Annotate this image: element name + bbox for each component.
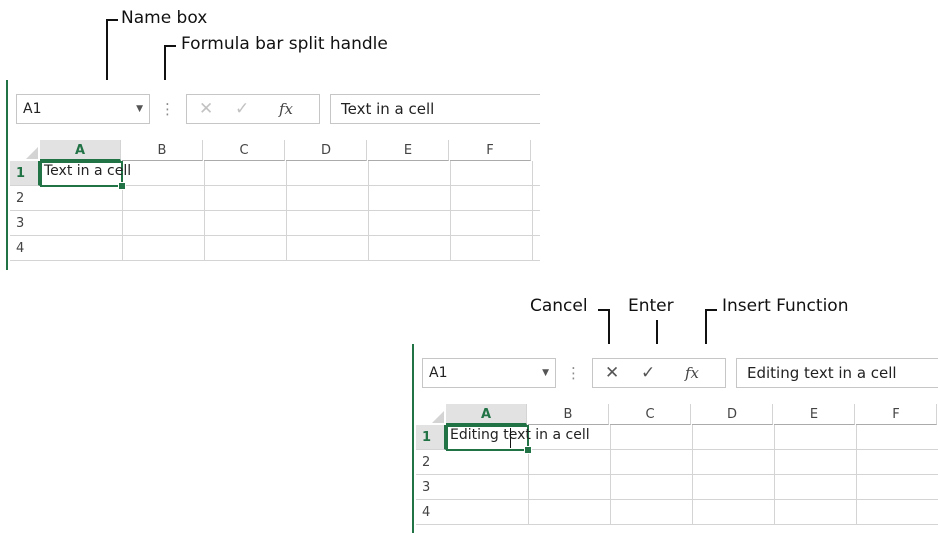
gridline — [692, 425, 693, 525]
column-header-b[interactable]: B — [528, 404, 609, 425]
select-all-corner[interactable] — [416, 404, 446, 425]
window-edge — [6, 80, 8, 270]
window-edge — [412, 344, 414, 533]
select-all-corner[interactable] — [10, 140, 40, 161]
name-box-value: A1 — [429, 365, 448, 381]
gridline — [774, 425, 775, 525]
formula-bar-row: A1 ▼ ⋮ ✕ ✓ fx Editing text in a cell — [416, 344, 938, 404]
excel-screenshot-editing: A1 ▼ ⋮ ✕ ✓ fx Editing text in a cell A B… — [412, 344, 938, 533]
row-header-1[interactable]: 1 — [416, 425, 446, 450]
gridline — [450, 161, 451, 261]
column-header-e[interactable]: E — [368, 140, 449, 161]
table-row[interactable] — [40, 186, 540, 211]
excel-screenshot-ready: A1 ▼ ⋮ ✕ ✓ fx Text in a cell A B C D E F… — [6, 80, 540, 270]
column-header-d[interactable]: D — [692, 404, 773, 425]
column-header-f[interactable]: F — [856, 404, 937, 425]
name-box[interactable]: A1 ▼ — [422, 358, 556, 388]
split-handle-leader-tick — [164, 45, 176, 47]
fill-handle[interactable] — [118, 182, 126, 190]
name-box-leader-tick — [106, 19, 118, 21]
column-header-a[interactable]: A — [40, 140, 121, 161]
row-header-3[interactable]: 3 — [416, 475, 446, 500]
name-box-value: A1 — [23, 101, 42, 117]
column-header-row: A B C D E F — [416, 404, 938, 425]
insert-function-icon[interactable]: fx — [685, 362, 699, 384]
cancel-callout: Cancel — [530, 296, 588, 316]
column-header-f[interactable]: F — [450, 140, 531, 161]
formula-bar-value: Editing text in a cell — [747, 364, 897, 382]
chevron-down-icon[interactable]: ▼ — [136, 104, 143, 114]
formula-bar-value: Text in a cell — [341, 100, 435, 118]
gridline — [856, 425, 857, 525]
row-header-2[interactable]: 2 — [416, 450, 446, 475]
name-box-callout: Name box — [121, 8, 208, 28]
insert-function-leader-tick — [705, 309, 717, 311]
worksheet-grid: A B C D E F 1 2 3 4 Editing text in a ce… — [416, 404, 938, 533]
gridline — [286, 161, 287, 261]
row-header-2[interactable]: 2 — [10, 186, 40, 211]
formula-buttons: ✕ ✓ fx — [592, 358, 726, 388]
column-header-row: A B C D E F — [10, 140, 540, 161]
column-header-a[interactable]: A — [446, 404, 527, 425]
formula-buttons: ✕ ✓ fx — [186, 94, 320, 124]
gridline — [532, 161, 533, 261]
formula-bar-input[interactable]: Text in a cell — [330, 94, 540, 124]
column-header-b[interactable]: B — [122, 140, 203, 161]
check-icon[interactable]: ✓ — [235, 98, 249, 120]
column-header-c[interactable]: C — [610, 404, 691, 425]
split-handle-callout: Formula bar split handle — [181, 34, 388, 54]
column-header-d[interactable]: D — [286, 140, 367, 161]
formula-bar-row: A1 ▼ ⋮ ✕ ✓ fx Text in a cell — [10, 80, 540, 140]
insert-function-icon[interactable]: fx — [279, 98, 293, 120]
row-header-1[interactable]: 1 — [10, 161, 40, 186]
row-header-4[interactable]: 4 — [10, 236, 40, 261]
formula-bar-input[interactable]: Editing text in a cell — [736, 358, 938, 388]
gridline — [204, 161, 205, 261]
cancel-icon[interactable]: ✕ — [605, 362, 619, 384]
insert-function-callout: Insert Function — [722, 296, 849, 316]
split-handle-icon[interactable]: ⋮ — [566, 360, 581, 386]
row-header-4[interactable]: 4 — [416, 500, 446, 525]
cancel-icon[interactable]: ✕ — [199, 98, 213, 120]
row-header-3[interactable]: 3 — [10, 211, 40, 236]
chevron-down-icon[interactable]: ▼ — [542, 368, 549, 378]
fill-handle[interactable] — [524, 446, 532, 454]
table-row[interactable] — [40, 211, 540, 236]
name-box[interactable]: A1 ▼ — [16, 94, 150, 124]
text-cursor — [510, 428, 511, 448]
cell-a1-value: Editing text in a cell — [450, 427, 590, 443]
column-header-c[interactable]: C — [204, 140, 285, 161]
cell-a1-value: Text in a cell — [44, 163, 132, 179]
gridline — [610, 425, 611, 525]
table-row[interactable] — [40, 236, 540, 261]
enter-callout: Enter — [628, 296, 674, 316]
gridline — [368, 161, 369, 261]
worksheet-grid: A B C D E F 1 2 3 4 Text in a cell — [10, 140, 540, 270]
check-icon[interactable]: ✓ — [641, 362, 655, 384]
split-handle-icon[interactable]: ⋮ — [160, 96, 175, 122]
column-header-e[interactable]: E — [774, 404, 855, 425]
